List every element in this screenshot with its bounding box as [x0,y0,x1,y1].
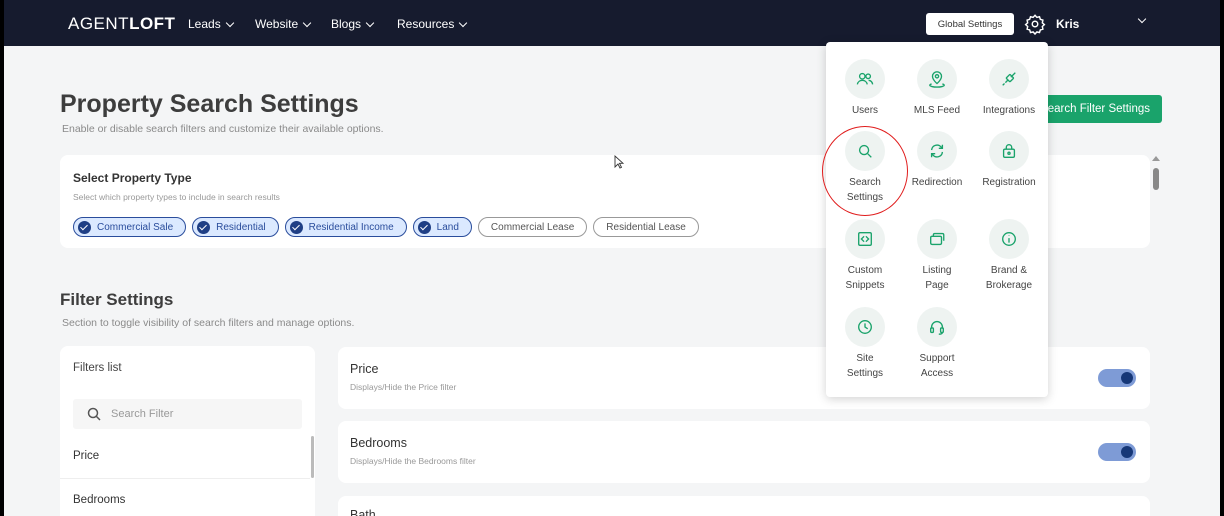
info-icon [1002,232,1016,246]
screen-edge-left [0,0,4,516]
filter-card-title: Bath [350,508,376,516]
lock-icon [1002,144,1016,158]
search-filter-settings-button[interactable]: earch Filter Settings [1028,95,1162,123]
filter-card-title: Price [350,362,379,376]
menu-item-listing-page[interactable]: Listing Page [900,219,974,293]
menu-item-brand-brokerage[interactable]: Brand & Brokerage [972,219,1046,293]
bedrooms-filter-toggle[interactable] [1098,443,1136,461]
chip-residential-lease[interactable]: Residential Lease [593,217,699,237]
screen-edge-right [1220,0,1224,516]
gear-icon[interactable] [1024,13,1046,35]
scroll-up-arrow[interactable] [1152,156,1160,161]
filters-list-scrollbar[interactable] [311,436,314,478]
nav-leads[interactable]: Leads [188,17,234,31]
filter-settings-title: Filter Settings [60,290,174,309]
chip-commercial-lease[interactable]: Commercial Lease [477,217,588,237]
menu-item-custom-snippets[interactable]: Custom Snippets [828,219,902,293]
check-icon [417,220,431,234]
plug-icon [1002,72,1016,86]
chip-commercial-sale[interactable]: Commercial Sale [73,217,187,237]
search-filter-placeholder: Search Filter [111,408,174,420]
logo[interactable]: AGENTLOFT [68,14,175,34]
filters-list-panel: Filters list Search Filter Price Bedroom… [60,346,315,516]
nav-blogs[interactable]: Blogs [331,17,375,31]
menu-item-redirection[interactable]: Redirection [900,131,974,190]
filter-card-subtitle: Displays/Hide the Price filter [350,382,457,392]
check-icon [78,220,91,234]
filter-card-title: Bedrooms [350,436,407,450]
filter-card-subtitle: Displays/Hide the Bedrooms filter [350,456,476,466]
scrollbar-thumb[interactable] [1153,168,1159,190]
chip-land[interactable]: Land [412,217,472,237]
menu-item-integrations[interactable]: Integrations [972,59,1046,118]
page-subtitle: Enable or disable search filters and cus… [62,123,384,135]
filter-settings-subtitle: Section to toggle visibility of search f… [62,317,355,329]
location-pin-icon [929,71,945,88]
check-icon [289,220,303,234]
menu-item-support-access[interactable]: Support Access [900,307,974,381]
nav-website[interactable]: Website [255,17,312,31]
menu-item-site-settings[interactable]: Site Settings [828,307,902,381]
divider [60,478,310,479]
price-filter-toggle[interactable] [1098,369,1136,387]
menu-item-users[interactable]: Users [828,59,902,118]
chevron-down-icon [459,18,468,27]
page-title: Property Search Settings [60,90,359,118]
highlight-annotation-circle [822,126,908,216]
chevron-down-icon [225,18,234,27]
users-icon [856,72,874,85]
filter-card-bedrooms: Bedrooms Displays/Hide the Bedrooms filt… [338,421,1150,483]
chip-residential[interactable]: Residential [192,217,279,237]
chip-residential-income[interactable]: Residential Income [284,217,407,237]
search-filter-input[interactable]: Search Filter [73,399,302,429]
clock-icon [858,320,872,334]
menu-item-registration[interactable]: Registration [972,131,1046,190]
chevron-down-icon [302,18,312,27]
code-icon [858,232,872,246]
global-settings-button[interactable]: Global Settings [926,13,1014,35]
property-type-chips: Commercial Sale Residential Residential … [73,217,699,237]
check-icon [197,220,211,234]
nav-resources[interactable]: Resources [397,17,468,31]
filter-card-bath: Bath [338,496,1150,516]
property-type-title: Select Property Type [73,171,192,185]
headset-icon [930,321,944,335]
user-name[interactable]: Kris [1056,17,1079,31]
filter-list-item-price[interactable]: Price [73,450,99,462]
chevron-down-icon [365,18,375,27]
global-settings-menu: Users MLS Feed Integrations Search Settin… [826,42,1048,397]
mouse-cursor-icon [614,155,624,169]
refresh-icon [930,144,944,158]
menu-item-mls-feed[interactable]: MLS Feed [900,59,974,118]
search-icon [87,407,101,421]
property-type-subtitle: Select which property types to include i… [73,192,280,202]
pages-icon [930,232,945,246]
filters-list-title: Filters list [73,362,122,374]
filter-list-item-bedrooms[interactable]: Bedrooms [73,494,125,506]
